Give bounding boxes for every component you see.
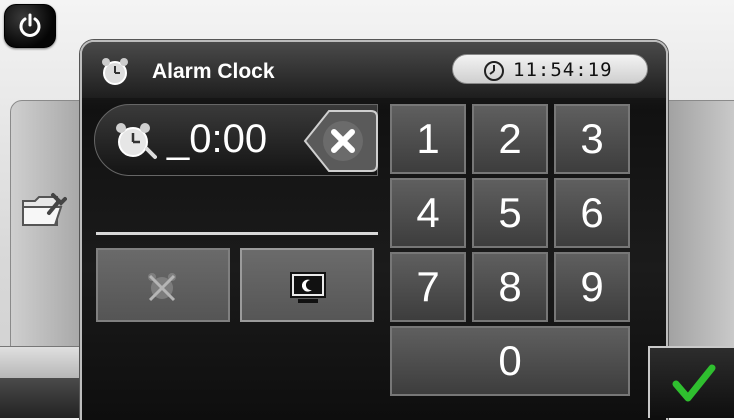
- folder-wrench-icon[interactable]: [21, 191, 67, 235]
- left-side-panel: [10, 100, 82, 352]
- key-4[interactable]: 4: [390, 178, 466, 248]
- current-time-display: 11:54:19: [452, 54, 648, 84]
- dialog-title-bar: Alarm Clock 11:54:19: [82, 42, 666, 98]
- alarm-time-field[interactable]: _0:00: [94, 104, 378, 176]
- key-1[interactable]: 1: [390, 104, 466, 174]
- key-3[interactable]: 3: [554, 104, 630, 174]
- clock-icon: [484, 61, 504, 81]
- alarm-clock-dialog: Alarm Clock 11:54:19 _0:00 1 2 3 4 5 6 7…: [80, 40, 668, 420]
- alarm-clock-icon: [111, 119, 157, 165]
- key-6[interactable]: 6: [554, 178, 630, 248]
- sleep-mode-icon: [290, 272, 326, 303]
- key-0[interactable]: 0: [390, 326, 630, 396]
- alarm-off-icon: [148, 273, 176, 302]
- key-9[interactable]: 9: [554, 252, 630, 322]
- clear-button[interactable]: [301, 105, 379, 177]
- sleep-mode-button[interactable]: [240, 248, 374, 322]
- power-icon: [19, 13, 41, 37]
- power-button[interactable]: [4, 4, 56, 48]
- confirm-button[interactable]: [648, 346, 734, 418]
- checkmark-icon: [672, 364, 716, 402]
- dialog-title: Alarm Clock: [152, 60, 275, 83]
- divider: [96, 232, 378, 235]
- alarm-clock-icon: [98, 54, 132, 92]
- key-5[interactable]: 5: [472, 178, 548, 248]
- close-icon: [303, 110, 378, 172]
- key-7[interactable]: 7: [390, 252, 466, 322]
- current-time: 11:54:19: [513, 59, 613, 81]
- key-8[interactable]: 8: [472, 252, 548, 322]
- key-2[interactable]: 2: [472, 104, 548, 174]
- alarm-off-button[interactable]: [96, 248, 230, 322]
- right-side-panel: [660, 100, 734, 351]
- alarm-time-value: _0:00: [167, 117, 268, 161]
